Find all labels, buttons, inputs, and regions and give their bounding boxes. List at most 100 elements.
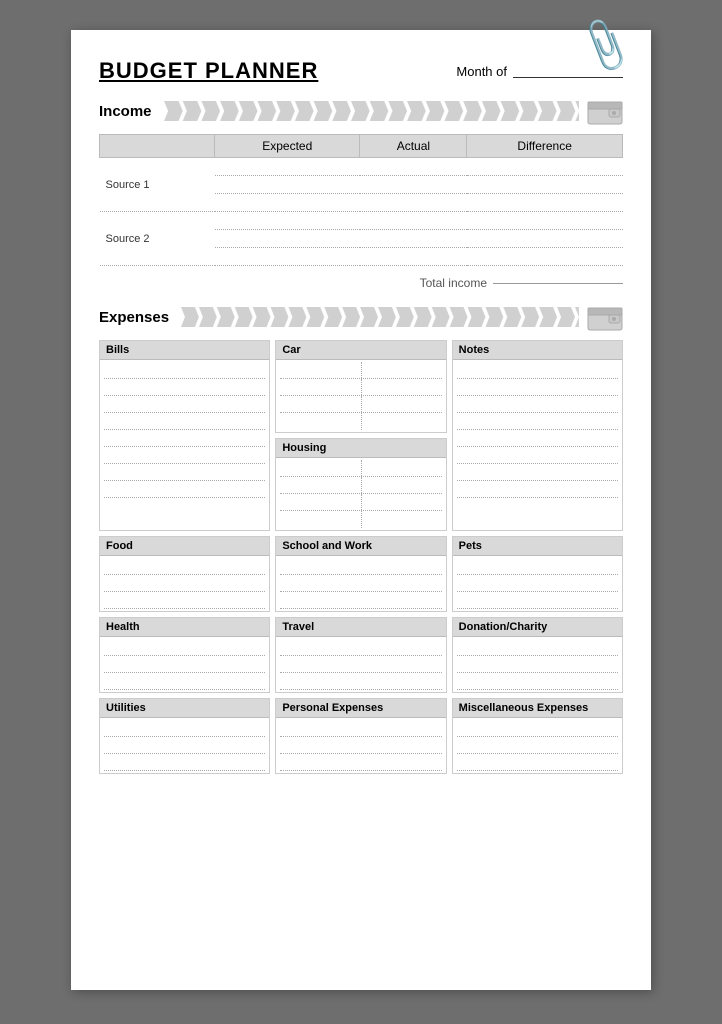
pets-lines xyxy=(453,556,622,611)
source2-diff-1[interactable] xyxy=(467,212,623,230)
personal-expenses-header: Personal Expenses xyxy=(276,699,445,718)
source1-expected-2[interactable] xyxy=(215,176,360,194)
source2-actual-1[interactable] xyxy=(360,212,467,230)
expenses-wallet-icon xyxy=(587,302,623,332)
expense-line[interactable] xyxy=(457,430,618,447)
food-lines xyxy=(276,458,445,530)
expense-line[interactable] xyxy=(104,413,265,430)
source2-expected-1[interactable] xyxy=(215,212,360,230)
food-block: Housing xyxy=(275,438,446,531)
misc-expenses-block: Miscellaneous Expenses xyxy=(452,698,623,774)
housing-lines xyxy=(100,556,269,611)
total-income-line[interactable] xyxy=(493,283,623,284)
expense-line[interactable] xyxy=(280,754,441,771)
housing-header: Food xyxy=(100,537,269,556)
notes-lines xyxy=(453,360,622,500)
expense-line[interactable] xyxy=(457,656,618,673)
income-label: Income xyxy=(99,103,160,120)
source2-expected-3[interactable] xyxy=(215,248,360,266)
donation-header: Donation/Charity xyxy=(453,618,622,637)
expense-line[interactable] xyxy=(104,656,265,673)
income-wallet-icon xyxy=(587,96,623,126)
source2-expected-2[interactable] xyxy=(215,230,360,248)
total-income-row: Total income xyxy=(99,276,623,290)
expense-line[interactable] xyxy=(104,481,265,498)
expense-line[interactable] xyxy=(457,413,618,430)
expense-line[interactable] xyxy=(104,379,265,396)
expense-line[interactable] xyxy=(280,413,441,430)
expense-line[interactable] xyxy=(457,481,618,498)
expense-line[interactable] xyxy=(457,379,618,396)
expense-line[interactable] xyxy=(280,460,441,477)
total-income-label: Total income xyxy=(420,276,487,290)
expense-line[interactable] xyxy=(457,737,618,754)
expense-line[interactable] xyxy=(457,639,618,656)
source1-diff-1[interactable] xyxy=(467,158,623,176)
source2-actual-3[interactable] xyxy=(360,248,467,266)
expense-line[interactable] xyxy=(104,447,265,464)
expense-line[interactable] xyxy=(457,558,618,575)
expense-line[interactable] xyxy=(280,737,441,754)
expense-line[interactable] xyxy=(280,362,441,379)
expense-line[interactable] xyxy=(457,464,618,481)
expense-line[interactable] xyxy=(280,575,441,592)
expense-line[interactable] xyxy=(104,754,265,771)
source2-actual-2[interactable] xyxy=(360,230,467,248)
page-title: BUDGET PLANNER xyxy=(99,58,318,84)
expense-line[interactable] xyxy=(280,656,441,673)
school-work-block: School and Work xyxy=(275,536,446,612)
car-lines xyxy=(276,360,445,432)
source2-diff-3[interactable] xyxy=(467,248,623,266)
source1-actual-3[interactable] xyxy=(360,194,467,212)
travel-block: Travel xyxy=(275,617,446,693)
expenses-grid: Bills Car xyxy=(99,340,623,774)
expense-line[interactable] xyxy=(104,737,265,754)
expense-line[interactable] xyxy=(280,639,441,656)
source2-diff-2[interactable] xyxy=(467,230,623,248)
expense-line[interactable] xyxy=(104,592,265,609)
expense-line[interactable] xyxy=(280,558,441,575)
bills-lines xyxy=(100,360,269,500)
expense-line[interactable] xyxy=(457,362,618,379)
school-work-header: School and Work xyxy=(276,537,445,556)
expense-line[interactable] xyxy=(280,494,441,511)
expense-line[interactable] xyxy=(104,639,265,656)
source1-actual-1[interactable] xyxy=(360,158,467,176)
expense-line[interactable] xyxy=(104,396,265,413)
col2-top: Car xyxy=(275,340,446,531)
expense-line[interactable] xyxy=(104,720,265,737)
expense-line[interactable] xyxy=(457,754,618,771)
expense-line[interactable] xyxy=(457,575,618,592)
school-work-lines xyxy=(276,556,445,611)
expense-line[interactable] xyxy=(280,396,441,413)
expense-line[interactable] xyxy=(280,673,441,690)
expense-line[interactable] xyxy=(457,447,618,464)
month-of-label: Month of xyxy=(456,64,507,79)
expense-line[interactable] xyxy=(280,511,441,528)
expense-line[interactable] xyxy=(280,720,441,737)
source1-diff-3[interactable] xyxy=(467,194,623,212)
source1-expected-3[interactable] xyxy=(215,194,360,212)
expenses-section-header: Expenses xyxy=(99,302,623,332)
expense-line[interactable] xyxy=(104,464,265,481)
expense-line[interactable] xyxy=(457,592,618,609)
expense-line[interactable] xyxy=(104,673,265,690)
expense-line[interactable] xyxy=(457,396,618,413)
source2-label: Source 2 xyxy=(100,212,215,266)
expense-line[interactable] xyxy=(280,379,441,396)
source1-expected-1[interactable] xyxy=(215,158,360,176)
source1-actual-2[interactable] xyxy=(360,176,467,194)
expense-line[interactable] xyxy=(457,720,618,737)
expense-line[interactable] xyxy=(457,673,618,690)
table-row: Source 2 xyxy=(100,212,623,230)
expense-line[interactable] xyxy=(104,575,265,592)
expense-line[interactable] xyxy=(104,558,265,575)
expense-line[interactable] xyxy=(280,592,441,609)
expense-line[interactable] xyxy=(104,362,265,379)
income-label-col xyxy=(100,135,215,158)
expense-line[interactable] xyxy=(104,430,265,447)
donation-block: Donation/Charity xyxy=(452,617,623,693)
title-row: BUDGET PLANNER Month of xyxy=(99,58,623,84)
expense-line[interactable] xyxy=(280,477,441,494)
source1-diff-2[interactable] xyxy=(467,176,623,194)
